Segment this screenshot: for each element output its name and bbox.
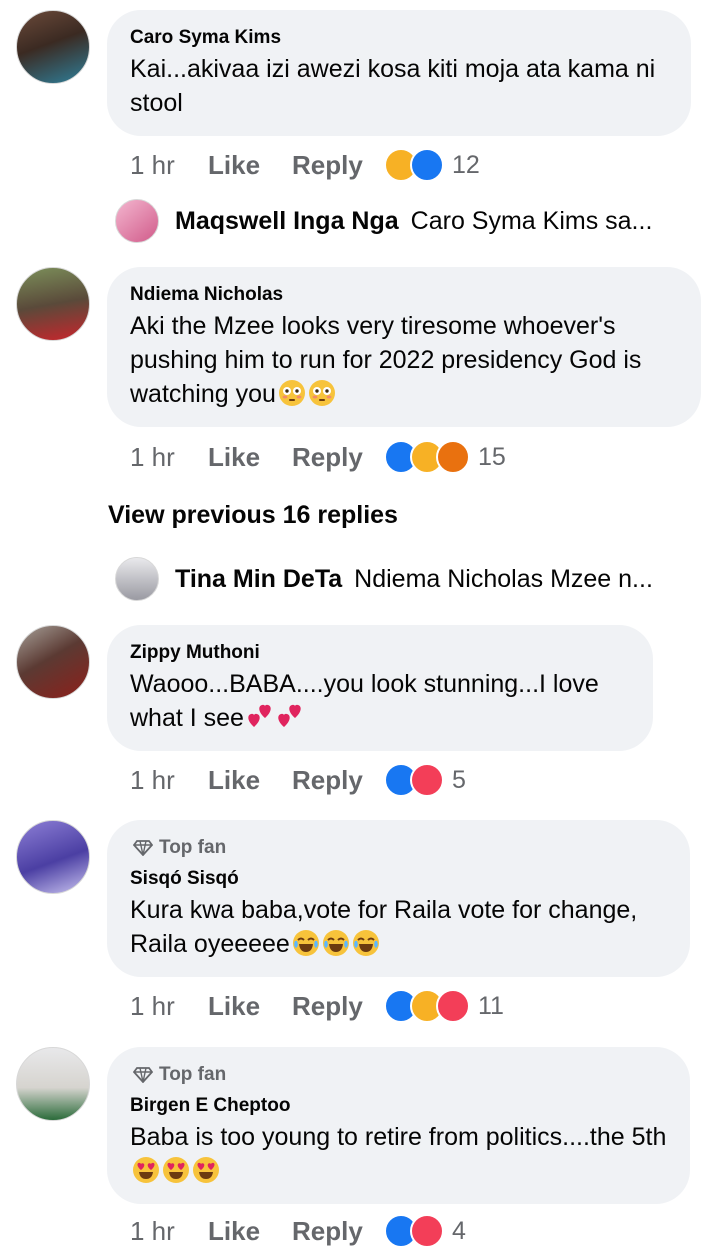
comment-time: 1 hr: [130, 1215, 175, 1246]
flushed-face-icon: [278, 380, 305, 406]
diamond-icon: [133, 1067, 153, 1083]
reaction-summary[interactable]: 5: [384, 763, 466, 797]
comment-bubble: Zippy Muthoni Waooo...BABA....you look s…: [107, 625, 653, 751]
avatar[interactable]: [16, 625, 90, 699]
avatar[interactable]: [16, 820, 90, 894]
like-button[interactable]: Like: [208, 150, 292, 181]
like-button[interactable]: Like: [208, 991, 292, 1022]
comment-text: Waooo...BABA....you look stunning...I lo…: [130, 667, 640, 735]
top-fan-badge: Top fan: [133, 1064, 226, 1086]
comment-author[interactable]: Zippy Muthoni: [130, 642, 260, 664]
reply-snippet: Caro Syma Kims sa...: [410, 206, 653, 235]
reply-button[interactable]: Reply: [292, 991, 384, 1022]
top-fan-badge: Top fan: [133, 837, 226, 859]
reply-author[interactable]: Maqswell Inga Nga: [175, 207, 399, 236]
love-reaction-icon: [410, 1214, 444, 1248]
reaction-summary[interactable]: 15: [384, 440, 506, 474]
reaction-count: 4: [452, 1216, 466, 1245]
two-hearts-icon: [248, 704, 271, 727]
reply-author[interactable]: Tina Min DeTa: [175, 565, 342, 594]
avatar[interactable]: [16, 267, 90, 341]
angry-reaction-icon: [436, 440, 470, 474]
comment-meta: 1 hr Like Reply 4: [130, 1214, 466, 1248]
comment-text: Aki the Mzee looks very tiresome whoever…: [130, 309, 690, 411]
view-previous-replies-link[interactable]: View previous 16 replies: [108, 501, 398, 530]
reply-button[interactable]: Reply: [292, 442, 384, 473]
tears-of-joy-icon: [322, 930, 349, 956]
comment-text-body: Aki the Mzee looks very tiresome whoever…: [130, 312, 642, 408]
heart-eyes-icon: [163, 1157, 189, 1183]
reaction-count: 5: [452, 765, 466, 794]
comment-text-body: Baba is too young to retire from politic…: [130, 1123, 667, 1151]
reply-avatar[interactable]: [115, 557, 159, 601]
reaction-count: 12: [452, 150, 480, 179]
like-button[interactable]: Like: [208, 1216, 292, 1247]
comment-author[interactable]: Birgen E Cheptoo: [130, 1095, 290, 1117]
reply-preview[interactable]: Tina Min DeTa Ndiema Nicholas Mzee n...: [115, 557, 653, 601]
comment-author[interactable]: Caro Syma Kims: [130, 27, 281, 49]
comment-time: 1 hr: [130, 441, 175, 472]
reply-preview[interactable]: Maqswell Inga Nga Caro Syma Kims sa...: [115, 199, 652, 243]
comment-text: Kai...akivaa izi awezi kosa kiti moja at…: [130, 55, 656, 117]
love-reaction-icon: [436, 989, 470, 1023]
reply-button[interactable]: Reply: [292, 150, 384, 181]
love-reaction-icon: [410, 763, 444, 797]
comment-bubble: Top fan Birgen E Cheptoo Baba is too you…: [107, 1047, 690, 1204]
avatar[interactable]: [16, 1047, 90, 1121]
comment-meta: 1 hr Like Reply 12: [130, 148, 480, 182]
comment-author[interactable]: Sisqó Sisqó: [130, 868, 239, 890]
like-button[interactable]: Like: [208, 765, 292, 796]
tears-of-joy-icon: [292, 930, 319, 956]
comment-time: 1 hr: [130, 764, 175, 795]
two-hearts-icon: [278, 704, 301, 727]
top-fan-label: Top fan: [159, 837, 227, 858]
comment-meta: 1 hr Like Reply 5: [130, 763, 466, 797]
comment-text: Baba is too young to retire from politic…: [130, 1120, 678, 1188]
avatar[interactable]: [16, 10, 90, 84]
heart-eyes-icon: [133, 1157, 159, 1183]
reaction-count: 15: [478, 442, 506, 471]
comment-time: 1 hr: [130, 990, 175, 1021]
reply-button[interactable]: Reply: [292, 1216, 384, 1247]
reply-snippet: Ndiema Nicholas Mzee n...: [354, 564, 653, 593]
comment-bubble: Caro Syma Kims Kai...akivaa izi awezi ko…: [107, 10, 691, 136]
tears-of-joy-icon: [352, 930, 379, 956]
reply-button[interactable]: Reply: [292, 765, 384, 796]
comment-text-body: Waooo...BABA....you look stunning...I lo…: [130, 670, 599, 732]
reaction-summary[interactable]: 11: [384, 989, 504, 1023]
comment-time: 1 hr: [130, 149, 175, 180]
heart-eyes-icon: [193, 1157, 219, 1183]
comment-bubble: Ndiema Nicholas Aki the Mzee looks very …: [107, 267, 701, 427]
reaction-summary[interactable]: 4: [384, 1214, 466, 1248]
reaction-count: 11: [478, 991, 504, 1020]
reply-avatar[interactable]: [115, 199, 159, 243]
comment-text: Kura kwa baba,vote for Raila vote for ch…: [130, 893, 678, 961]
reaction-summary[interactable]: 12: [384, 148, 480, 182]
like-button[interactable]: Like: [208, 442, 292, 473]
diamond-icon: [133, 840, 153, 856]
top-fan-label: Top fan: [159, 1064, 227, 1085]
comment-meta: 1 hr Like Reply 11: [130, 989, 504, 1023]
flushed-face-icon: [308, 380, 335, 406]
comment-bubble: Top fan Sisqó Sisqó Kura kwa baba,vote f…: [107, 820, 690, 977]
comment-meta: 1 hr Like Reply 15: [130, 440, 506, 474]
like-reaction-icon: [410, 148, 444, 182]
comment-text-body: Kura kwa baba,vote for Raila vote for ch…: [130, 896, 638, 958]
comment-author[interactable]: Ndiema Nicholas: [130, 284, 283, 306]
